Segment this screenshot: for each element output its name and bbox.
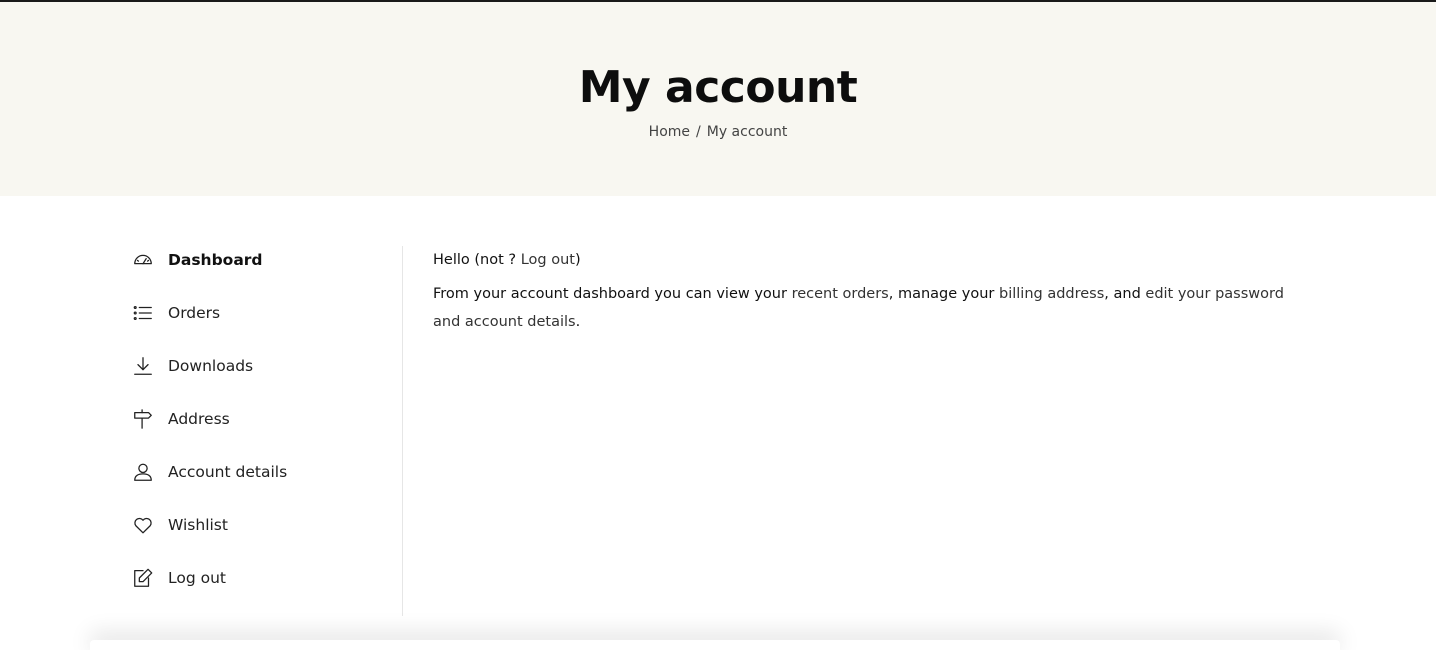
signpost-icon [132, 408, 154, 430]
page-header: My account Home / My account [0, 2, 1436, 196]
sidebar-item-orders[interactable]: Orders [132, 299, 402, 327]
breadcrumb-current: My account [706, 124, 788, 140]
account-navigation: Dashboard Orders Downloads Address Accou… [132, 246, 402, 617]
recent-orders-link[interactable]: recent orders [792, 286, 889, 302]
billing-address-link[interactable]: billing address [999, 286, 1104, 302]
sidebar-item-label: Address [168, 410, 230, 428]
intro-text: . [575, 314, 581, 330]
sidebar-item-address[interactable]: Address [132, 405, 402, 433]
footer-edge [90, 640, 1340, 650]
edit-icon [132, 567, 154, 589]
breadcrumb: Home / My account [0, 124, 1436, 140]
user-icon [132, 461, 154, 483]
greeting-text: Hello (not ? Log out) [433, 250, 1313, 270]
dashboard-gauge-icon [132, 249, 154, 271]
greeting-suffix: ) [574, 252, 581, 268]
sidebar-item-log-out[interactable]: Log out [132, 564, 402, 592]
dashboard-content: Hello (not ? Log out) From your account … [433, 250, 1313, 336]
intro-text: , manage your [888, 286, 999, 302]
sidebar-item-wishlist[interactable]: Wishlist [132, 511, 402, 539]
intro-text: From your account dashboard you can view… [433, 286, 792, 302]
breadcrumb-home-link[interactable]: Home [649, 124, 690, 140]
sidebar-item-label: Downloads [168, 357, 254, 375]
sidebar-item-label: Log out [168, 569, 226, 587]
breadcrumb-separator: / [696, 124, 701, 140]
sidebar-item-label: Dashboard [168, 251, 263, 269]
sidebar-divider [402, 246, 403, 616]
download-icon [132, 355, 154, 377]
sidebar-item-label: Account details [168, 463, 288, 481]
sidebar-item-account-details[interactable]: Account details [132, 458, 402, 486]
intro-text: , and [1104, 286, 1146, 302]
heart-icon [132, 514, 154, 536]
greeting-prefix: Hello (not ? [433, 252, 521, 268]
logout-link[interactable]: Log out [521, 252, 575, 268]
sidebar-item-label: Orders [168, 304, 221, 322]
list-icon [132, 302, 154, 324]
dashboard-intro: From your account dashboard you can view… [433, 280, 1313, 336]
sidebar-item-downloads[interactable]: Downloads [132, 352, 402, 380]
page-title: My account [578, 62, 858, 113]
sidebar-item-label: Wishlist [168, 516, 228, 534]
sidebar-item-dashboard[interactable]: Dashboard [132, 246, 402, 274]
